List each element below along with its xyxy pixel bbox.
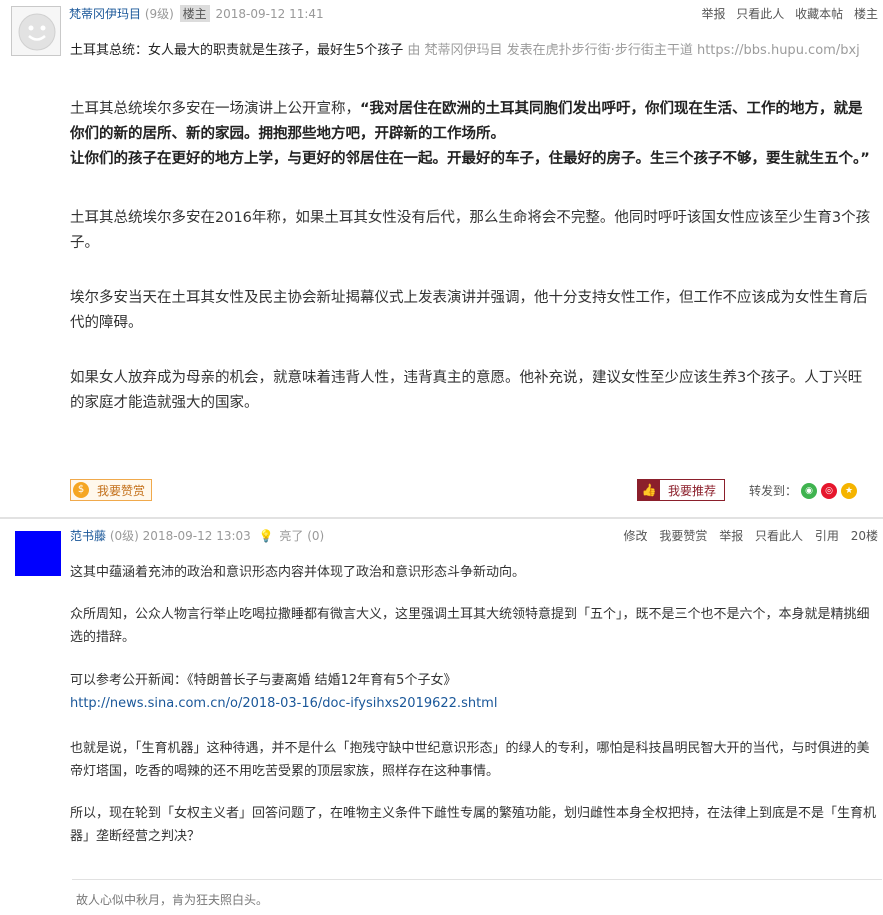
edit-button[interactable]: 修改	[624, 529, 648, 543]
username-link[interactable]: 梵蒂冈伊玛目	[69, 7, 141, 21]
reward-link[interactable]: 我要赞赏	[659, 529, 707, 543]
paragraph: 埃尔多安当天在土耳其女性及民主协会新址揭幕仪式上发表演讲并强调，他十分支持女性工…	[70, 290, 868, 331]
post-actions: 举报 只看此人 收藏本帖 楼主	[694, 5, 878, 22]
post-floor-20: 范书藤 (0级) 2018-09-12 13:03 💡 亮了 (0) 修改 我要…	[0, 519, 883, 915]
light-up-button[interactable]: 亮了 (0)	[279, 529, 324, 543]
username-link[interactable]: 范书藤	[70, 529, 106, 543]
share-label: 转发到：	[749, 484, 798, 498]
news-link[interactable]: http://news.sina.com.cn/o/2018-03-16/doc…	[70, 692, 876, 715]
avatar[interactable]	[11, 6, 61, 56]
post-title: 土耳其总统：女人最大的职责就是生孩子，最好生5个孩子 由 梵蒂冈伊玛目 发表在虎…	[70, 40, 870, 62]
reward-label: 我要赞赏	[97, 483, 146, 498]
user-level: (0级)	[109, 529, 139, 543]
paragraph: 这其中蕴涵着充沛的政治和意识形态内容并体现了政治和意识形态斗争新动向。	[70, 565, 526, 580]
floor-label: 楼主	[853, 7, 878, 21]
share-bar: 转发到： ◉ ◎ ★	[749, 482, 858, 499]
paragraph: 众所周知，公众人物言行举止吃喝拉撒睡都有微言大义，这里强调土耳其大统领特意提到「…	[70, 607, 870, 645]
title-text: 土耳其总统：女人最大的职责就是生孩子，最好生5个孩子	[70, 43, 404, 58]
paragraph: 土耳其总统埃尔多安在2016年称，如果土耳其女性没有后代，那么生命将会不完整。他…	[70, 210, 871, 251]
quote-line-2: 让你们的孩子在更好的地方上学，与更好的邻居住在一起。开最好的车子，住最好的房子。…	[70, 151, 870, 167]
signature: 故人心似中秋月，肯为狂夫照白头。	[76, 893, 269, 907]
post-meta: 范书藤 (0级) 2018-09-12 13:03 💡 亮了 (0)	[70, 527, 324, 544]
post-source: 由 梵蒂冈伊玛目 发表在虎扑步行街·步行街主干道 https://bbs.hup…	[407, 43, 860, 58]
report-button[interactable]: 举报	[719, 529, 743, 543]
floor-number: 20楼	[850, 529, 878, 543]
post-actions: 修改 我要赞赏 举报 只看此人 引用 20楼	[616, 527, 879, 544]
qzone-icon[interactable]: ★	[841, 482, 858, 499]
favorite-button[interactable]: 收藏本帖	[795, 7, 843, 21]
recommend-label: 我要推荐	[668, 483, 717, 498]
post-floor-1: 梵蒂冈伊玛目 (9级) 楼主 2018-09-12 11:41 举报 只看此人 …	[0, 0, 883, 517]
op-badge: 楼主	[179, 5, 210, 22]
post-time: 2018-09-12 13:03	[142, 529, 251, 543]
coin-icon: $	[73, 482, 89, 498]
post-meta: 梵蒂冈伊玛目 (9级) 楼主 2018-09-12 11:41	[69, 5, 324, 22]
wechat-icon[interactable]: ◉	[801, 482, 818, 499]
paragraph: 可以参考公开新闻：《特朗普长子与妻离婚 结婚12年育有5个子女》	[70, 673, 457, 688]
recommend-button[interactable]: 👍 我要推荐	[637, 479, 726, 501]
post-body: 土耳其总统埃尔多安在一场演讲上公开宣称，“我对居住在欧洲的土耳其同胞们发出呼吁，…	[70, 97, 876, 172]
weibo-icon[interactable]: ◎	[821, 482, 838, 499]
user-level: (9级)	[144, 7, 174, 21]
thumbs-up-icon: 👍	[638, 480, 660, 500]
paragraph: 所以，现在轮到「女权主义者」回答问题了，在唯物主义条件下雌性专属的繁殖功能，划归…	[70, 806, 877, 844]
only-this-user-button[interactable]: 只看此人	[755, 529, 803, 543]
paragraph: 也就是说，「生育机器」这种待遇，并不是什么「抱残守缺中世纪意识形态」的绿人的专利…	[70, 741, 870, 779]
default-avatar-icon	[18, 13, 56, 51]
avatar[interactable]	[15, 531, 61, 576]
lightbulb-icon: 💡	[258, 529, 274, 543]
intro-text: 土耳其总统埃尔多安在一场演讲上公开宣称，	[70, 101, 360, 117]
report-button[interactable]: 举报	[701, 7, 725, 21]
post-time: 2018-09-12 11:41	[215, 7, 324, 21]
paragraph: 如果女人放弃成为母亲的机会，就意味着违背人性，违背真主的意愿。他补充说，建议女性…	[70, 370, 863, 411]
only-this-user-button[interactable]: 只看此人	[736, 7, 784, 21]
reward-button[interactable]: $ 我要赞赏	[70, 479, 153, 501]
quote-button[interactable]: 引用	[815, 529, 839, 543]
signature-divider	[72, 879, 882, 880]
